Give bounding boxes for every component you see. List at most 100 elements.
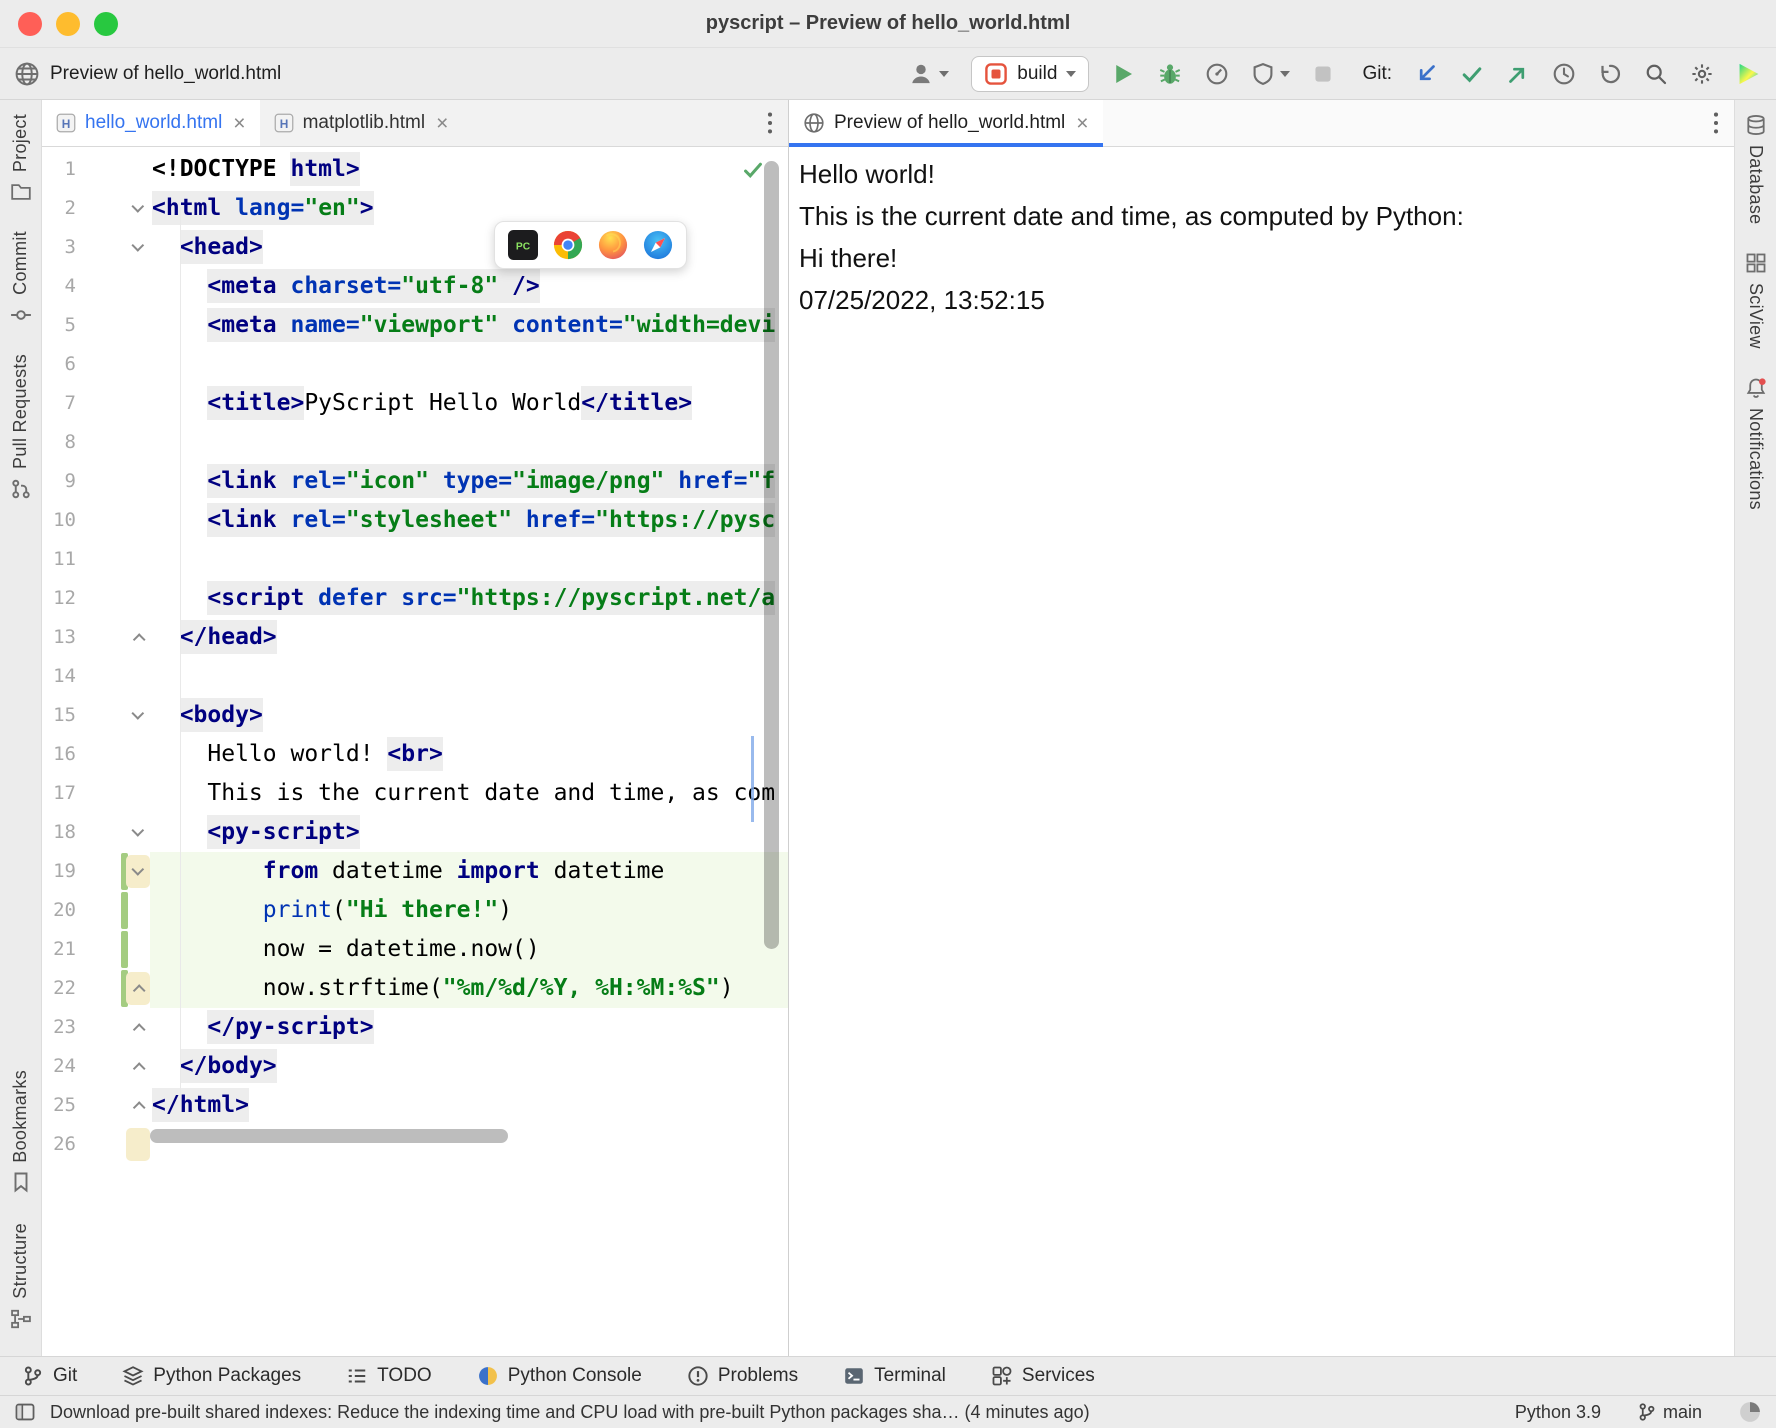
gutter-gap <box>76 657 126 696</box>
editor-tab-hello-world-html[interactable]: Hhello_world.html× <box>42 100 260 146</box>
branch-label: main <box>1663 1402 1702 1423</box>
git-push-button[interactable] <box>1506 62 1530 86</box>
code-text[interactable]: <meta charset="utf-8" /> <box>150 267 788 306</box>
stop-button[interactable] <box>1312 63 1334 85</box>
toolwindow-button-notifications[interactable]: Notifications <box>1745 377 1767 510</box>
inspections-ok-icon[interactable] <box>742 159 764 186</box>
code-text[interactable]: <link rel="stylesheet" href="https://pys… <box>150 501 788 540</box>
ide-logo-icon[interactable] <box>1736 61 1762 87</box>
toolwindow-button-project[interactable]: Project <box>10 114 32 203</box>
toolwindow-button-services[interactable]: Services <box>991 1365 1095 1387</box>
navigation-breadcrumb[interactable]: Preview of hello_world.html <box>14 61 281 87</box>
fold-down-icon[interactable] <box>131 824 144 837</box>
debug-button[interactable] <box>1157 61 1183 87</box>
code-text[interactable]: <title>PyScript Hello World</title> <box>150 384 788 423</box>
fold-up-icon[interactable] <box>132 1062 145 1075</box>
fold-guide-line <box>180 207 181 1107</box>
fold-up-icon[interactable] <box>132 1023 145 1036</box>
code-text[interactable]: <script defer src="https://pyscript.net/… <box>150 579 788 618</box>
code-token: import <box>457 854 540 888</box>
code-text[interactable]: <link rel="icon" type="image/png" href="… <box>150 462 788 501</box>
code-text[interactable] <box>150 540 788 579</box>
toolwindow-button-todo[interactable]: TODO <box>346 1365 432 1387</box>
code-text[interactable]: print("Hi there!") <box>150 891 788 930</box>
toolwindow-button-problems[interactable]: Problems <box>687 1365 798 1387</box>
code-text[interactable]: <meta name="viewport" content="width=dev… <box>150 306 788 345</box>
code-text[interactable]: <!DOCTYPE html> <box>150 150 788 189</box>
run-config-selector[interactable]: build <box>971 56 1089 92</box>
code-text[interactable]: </body> <box>150 1047 788 1086</box>
toolwindow-button-python-console[interactable]: Python Console <box>477 1365 642 1387</box>
python-interpreter-widget[interactable]: Python 3.9 <box>1515 1402 1601 1423</box>
settings-button[interactable] <box>1690 62 1714 86</box>
fold-area <box>126 735 150 774</box>
git-commit-button[interactable] <box>1460 62 1484 86</box>
code-text[interactable]: </head> <box>150 618 788 657</box>
code-text[interactable]: <html lang="en"> <box>150 189 788 228</box>
fold-down-icon[interactable] <box>131 707 144 720</box>
toolwindow-button-git[interactable]: Git <box>22 1365 77 1387</box>
close-icon[interactable]: × <box>1076 113 1088 134</box>
toolwindow-toggle-button[interactable] <box>14 1401 36 1423</box>
fold-area <box>126 150 150 189</box>
code-text[interactable]: </py-script> <box>150 1008 788 1047</box>
toolwindow-button-python-packages[interactable]: Python Packages <box>122 1365 301 1387</box>
fold-down-icon[interactable] <box>131 200 144 213</box>
code-token: /> <box>498 269 540 303</box>
preview-options-button[interactable] <box>1698 100 1734 146</box>
close-icon[interactable]: × <box>233 113 245 134</box>
toolwindow-button-sciview[interactable]: SciView <box>1745 252 1767 349</box>
pycharm-icon[interactable]: PC <box>508 230 538 260</box>
code-text[interactable]: now.strftime("%m/%d/%Y, %H:%M:%S") <box>150 969 788 1008</box>
editor-tab-options-button[interactable] <box>752 100 788 146</box>
code-text[interactable]: from datetime import datetime <box>150 852 788 891</box>
code-token: Hello world! <box>207 737 387 771</box>
fold-up-icon[interactable] <box>132 633 145 646</box>
fold-down-icon[interactable] <box>131 239 144 252</box>
fold-area <box>126 891 150 930</box>
toolwindow-button-bookmarks[interactable]: Bookmarks <box>10 1070 32 1194</box>
code-text[interactable]: This is the current date and time, as co… <box>150 774 788 813</box>
coverage-button[interactable] <box>1251 62 1290 86</box>
safari-icon[interactable] <box>643 230 673 260</box>
code-text[interactable] <box>150 345 788 384</box>
editor-tab-matplotlib-html[interactable]: Hmatplotlib.html× <box>260 100 463 146</box>
fold-area <box>126 855 150 888</box>
profile-button[interactable] <box>908 61 949 87</box>
chrome-icon[interactable] <box>553 230 583 260</box>
close-icon[interactable]: × <box>436 113 448 134</box>
progress-pie-icon[interactable] <box>1738 1400 1762 1424</box>
problems-icon <box>687 1365 709 1387</box>
code-text[interactable]: <head> <box>150 228 788 267</box>
fold-up-icon[interactable] <box>132 1101 145 1114</box>
fold-up-icon[interactable] <box>132 984 145 997</box>
firefox-icon[interactable] <box>598 230 628 260</box>
git-update-button[interactable] <box>1414 62 1438 86</box>
toolwindow-button-terminal[interactable]: Terminal <box>843 1365 946 1387</box>
code-token: now.strftime( <box>263 971 443 1005</box>
history-button[interactable] <box>1552 62 1576 86</box>
code-text[interactable]: now = datetime.now() <box>150 930 788 969</box>
search-everywhere-button[interactable] <box>1644 62 1668 86</box>
preview-tab[interactable]: Preview of hello_world.html × <box>789 100 1103 146</box>
editor-content[interactable]: 1<!DOCTYPE html>2<html lang="en">3 <head… <box>42 147 788 1356</box>
editor-horizontal-scrollbar[interactable] <box>150 1129 508 1143</box>
toolwindow-button-structure[interactable]: Structure <box>10 1223 32 1330</box>
code-text[interactable]: </html> <box>150 1086 788 1125</box>
code-text[interactable] <box>150 423 788 462</box>
toolwindow-button-commit[interactable]: Commit <box>10 231 32 326</box>
code-text[interactable] <box>150 657 788 696</box>
rollback-button[interactable] <box>1598 62 1622 86</box>
git-branch-widget[interactable]: main <box>1637 1402 1702 1423</box>
status-message[interactable]: Download pre-built shared indexes: Reduc… <box>50 1402 1090 1423</box>
run-button[interactable] <box>1111 62 1135 86</box>
update-icon <box>1414 62 1438 86</box>
code-text[interactable]: <body> <box>150 696 788 735</box>
fold-down-icon[interactable] <box>131 863 144 876</box>
code-text[interactable]: Hello world! <br> <box>150 735 788 774</box>
toolwindow-button-pull-requests[interactable]: Pull Requests <box>10 354 32 500</box>
editor-vertical-scrollbar[interactable] <box>764 161 779 949</box>
code-text[interactable]: <py-script> <box>150 813 788 852</box>
profiler-button[interactable] <box>1205 62 1229 86</box>
toolwindow-button-database[interactable]: Database <box>1745 114 1767 224</box>
